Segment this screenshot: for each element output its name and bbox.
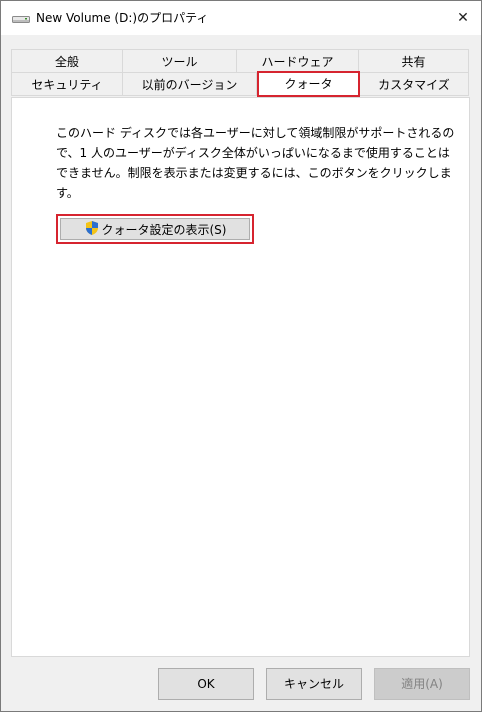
tab-general[interactable]: 全般 bbox=[11, 49, 123, 73]
description-line: す。 bbox=[56, 186, 79, 200]
apply-button[interactable]: 適用(A) bbox=[374, 668, 470, 700]
ok-button[interactable]: OK bbox=[158, 668, 254, 700]
description-line: このハード ディスクでは各ユーザーに対して領域制限がサポートされるの bbox=[56, 126, 455, 140]
close-icon[interactable]: ✕ bbox=[447, 3, 479, 33]
quota-description: このハード ディスクでは各ユーザーに対して領域制限がサポートされるの で、1 人… bbox=[56, 123, 461, 203]
show-quota-settings-button[interactable]: クォータ設定の表示(S) bbox=[56, 214, 254, 244]
drive-icon bbox=[12, 13, 30, 23]
show-quota-settings-button-face[interactable]: クォータ設定の表示(S) bbox=[60, 218, 250, 240]
tab-hardware[interactable]: ハードウェア bbox=[236, 49, 359, 73]
tab-previous-versions[interactable]: 以前のバージョン bbox=[122, 72, 257, 96]
uac-shield-icon bbox=[84, 220, 102, 239]
tab-security[interactable]: セキュリティ bbox=[11, 72, 123, 96]
tab-customize[interactable]: カスタマイズ bbox=[359, 72, 469, 96]
description-line: できません。制限を表示または変更するには、このボタンをクリックしま bbox=[56, 166, 452, 180]
description-line: で、1 人のユーザーがディスク全体がいっぱいになるまで使用することは bbox=[56, 146, 450, 160]
tab-sharing[interactable]: 共有 bbox=[358, 49, 469, 73]
cancel-button[interactable]: キャンセル bbox=[266, 668, 362, 700]
properties-dialog: New Volume (D:)のプロパティ ✕ 全般 ツール ハードウェア 共有… bbox=[0, 0, 482, 712]
tab-tools[interactable]: ツール bbox=[122, 49, 237, 73]
title-bar: New Volume (D:)のプロパティ ✕ bbox=[1, 1, 481, 35]
show-quota-settings-label: クォータ設定の表示(S) bbox=[101, 222, 227, 237]
tab-quota[interactable]: クォータ bbox=[257, 71, 360, 97]
window-title: New Volume (D:)のプロパティ bbox=[36, 11, 209, 25]
